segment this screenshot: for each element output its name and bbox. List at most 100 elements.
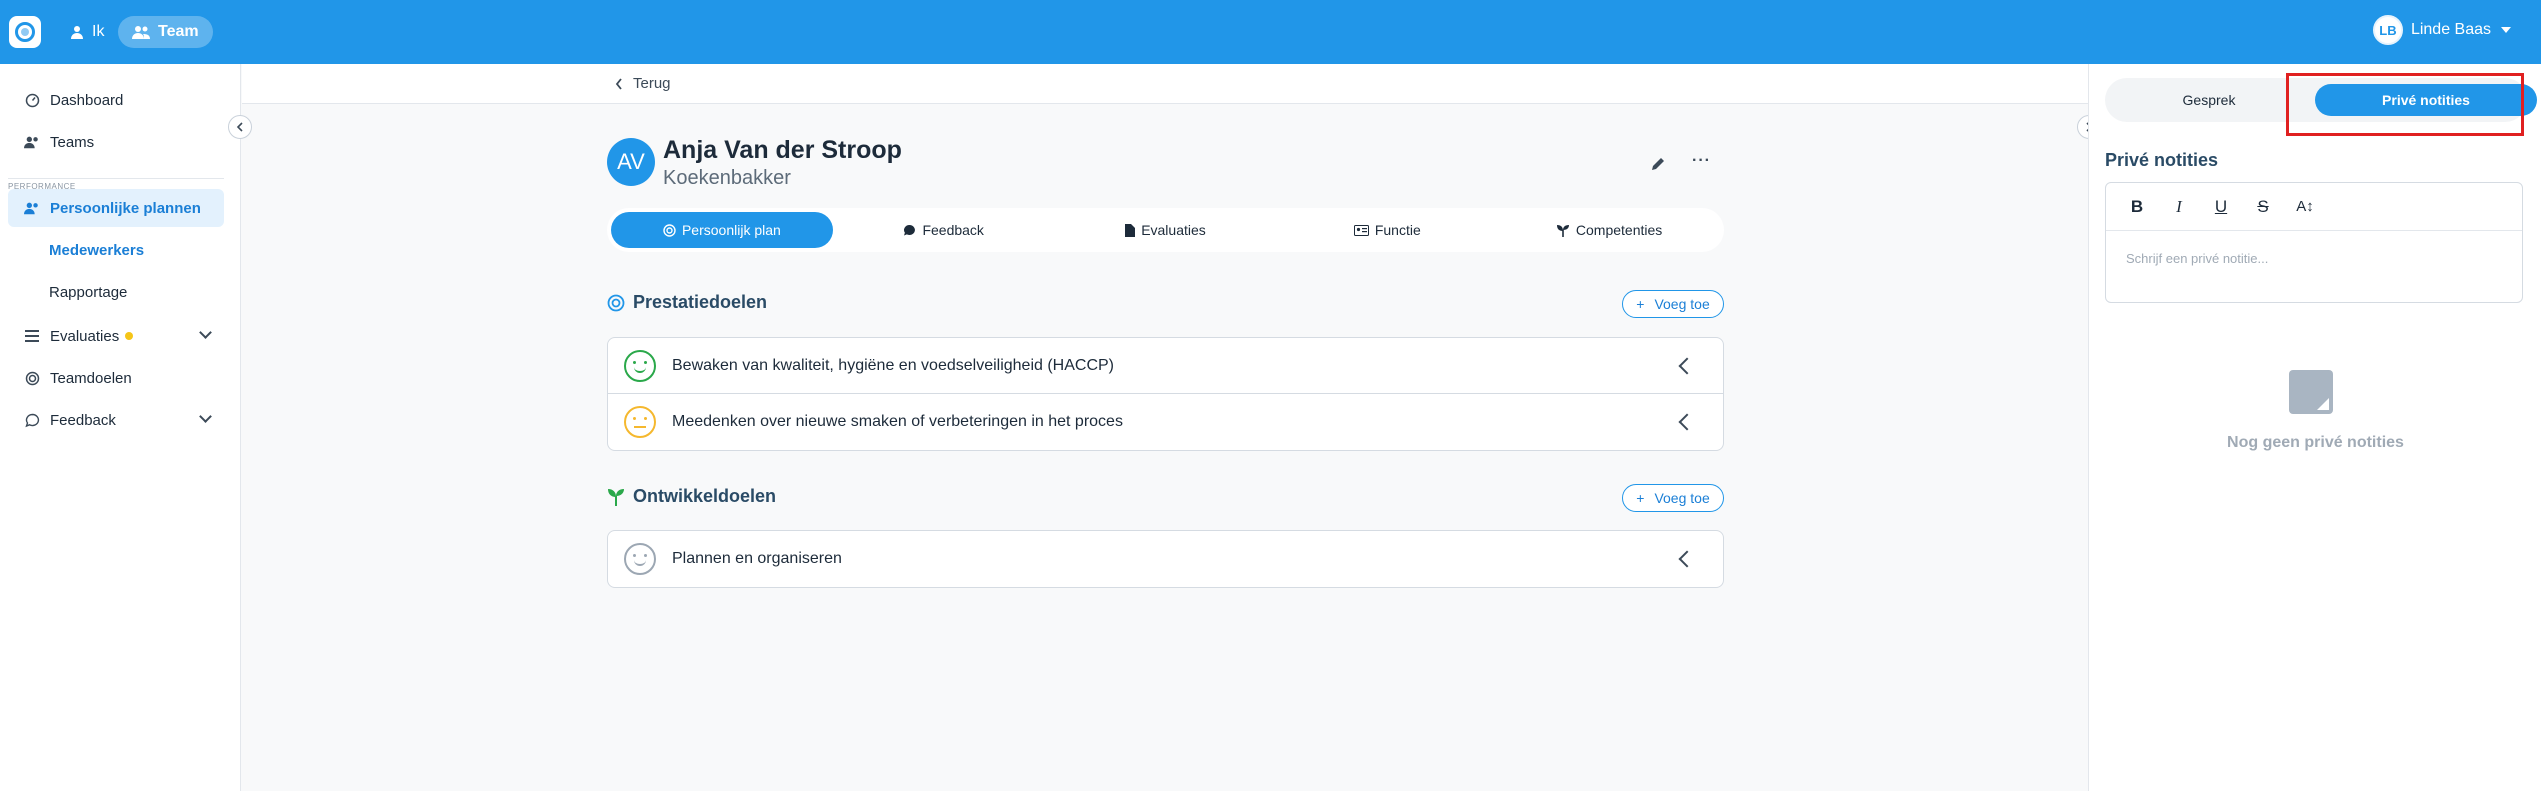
target-icon [607,294,625,311]
nav-me[interactable]: Ik [64,19,110,45]
more-options-icon[interactable]: ··· [1692,152,1711,170]
tab-label: Persoonlijk plan [681,222,781,238]
chat-icon [24,412,40,428]
notification-dot [125,332,134,340]
sidebar-subitem-rapportage[interactable]: Rapportage [49,284,127,301]
dashboard-icon [24,92,40,108]
notes-editor[interactable]: B I U S A↕ Schrijf een privé notitie... [2105,182,2523,303]
sidebar-subitem-medewerkers[interactable]: Medewerkers [49,242,144,259]
back-link[interactable]: Terug [615,75,671,92]
sidebar-item-personal-plans[interactable]: Persoonlijke plannen [8,189,224,227]
target-icon [24,370,40,386]
goal-label: Meedenken over nieuwe smaken of verbeter… [672,413,1123,430]
profile-role: Koekenbakker [663,167,791,189]
editor-placeholder[interactable]: Schrijf een privé notitie... [2126,251,2268,266]
strikethrough-button[interactable]: S [2242,191,2284,223]
chevron-left-icon[interactable] [1678,357,1696,375]
add-label: Voeg toe [1654,296,1710,312]
highlight-box [2286,73,2524,136]
person-icon [71,26,83,39]
user-menu[interactable]: LB Linde Baas [2372,15,2511,45]
back-bar: Terug [242,64,2088,104]
goal-label: Bewaken van kwaliteit, hygiëne en voedse… [672,356,1115,374]
list-item[interactable]: Bewaken van kwaliteit, hygiëne en voedse… [608,338,1723,394]
sticky-note-icon [2289,370,2333,414]
editor-toolbar: B I U S A↕ [2106,183,2522,231]
smiley-outline-icon [624,543,656,575]
development-goals-list: Plannen en organiseren [607,530,1724,588]
sidebar-item-label: Evaluaties [50,327,120,345]
team-icon [132,26,150,39]
italic-button[interactable]: I [2158,191,2200,223]
teams-icon [24,200,40,216]
sidebar-item-label: Teams [50,133,95,151]
document-icon [1125,223,1136,237]
profile-avatar: AV [607,138,655,186]
main-content: Terug AV Anja Van der Stroop Koekenbakke… [242,64,2088,791]
add-development-goal-button[interactable]: + Voeg toe [1622,484,1724,512]
empty-state-text: Nog geen privé notities [2227,434,2404,451]
tab-feedback[interactable]: Feedback [833,212,1055,248]
chevron-left-icon[interactable] [1678,413,1696,431]
text-size-button[interactable]: A↕ [2284,191,2326,223]
tab-label: Feedback [922,222,984,238]
back-label: Terug [633,75,671,92]
sidebar-item-label: Teamdoelen [50,369,132,387]
bold-button[interactable]: B [2116,191,2158,223]
section-title-label: Ontwikkeldoelen [633,486,777,506]
tab-evaluaties[interactable]: Evaluaties [1055,212,1277,248]
chat-icon [904,224,916,235]
performance-goals-list: Bewaken van kwaliteit, hygiëne en voedse… [607,337,1724,451]
underline-button[interactable]: U [2200,191,2242,223]
tab-competenties[interactable]: Competenties [1498,212,1720,248]
sidebar-item-evaluaties[interactable]: Evaluaties [8,317,224,355]
chevron-left-icon [615,77,622,90]
plus-icon: + [1636,296,1645,312]
list-item[interactable]: Meedenken over nieuwe smaken of verbeter… [608,394,1723,450]
goal-label: Plannen en organiseren [672,550,842,567]
top-bar: Ik Team LB Linde Baas [0,0,2541,64]
sidebar-item-teams[interactable]: Teams [8,123,224,161]
chevron-left-icon[interactable] [1678,550,1696,568]
tab-label: Evaluaties [1141,222,1206,238]
tab-label: Competenties [1575,222,1663,238]
list-icon [24,328,40,344]
avatar: LB [2372,15,2403,45]
id-card-icon [1353,224,1369,236]
add-performance-goal-button[interactable]: + Voeg toe [1622,290,1724,318]
tab-conversation[interactable]: Gesprek [2111,84,2307,116]
tab-label: Functie [1374,222,1421,238]
right-panel: Gesprek Privé notities Privé notities B … [2088,64,2541,791]
sidebar-item-label: Dashboard [50,91,124,109]
plus-icon: + [1636,490,1645,506]
add-label: Voeg toe [1654,490,1710,506]
sidebar-item-dashboard[interactable]: Dashboard [8,81,224,119]
private-notes-title: Privé notities [2105,150,2219,170]
development-goals-title: Ontwikkeldoelen [607,486,776,507]
target-icon [663,223,676,237]
section-title-label: Prestatiedoelen [633,292,768,312]
nav-team[interactable]: Team [118,16,213,48]
profile-name: Anja Van der Stroop [663,136,902,164]
list-item[interactable]: Plannen en organiseren [608,531,1723,587]
teams-icon [24,134,40,150]
nav-me-label: Ik [92,23,105,40]
neutral-face-icon [624,406,656,438]
happy-face-icon [624,349,656,382]
chevron-down-icon [199,326,212,339]
sprout-icon [608,488,624,506]
tab-personal-plan[interactable]: Persoonlijk plan [611,212,833,248]
caret-down-icon [2501,27,2511,33]
profile-tabs: Persoonlijk plan Feedback Evaluaties Fun… [607,208,1724,252]
nav-team-label: Team [158,23,199,40]
sidebar-item-teamdoelen[interactable]: Teamdoelen [8,359,224,397]
sidebar: Dashboard Teams PERFORMANCE Persoonlijke… [0,64,241,791]
user-name: Linde Baas [2410,21,2491,38]
sprout-icon [1556,224,1569,237]
edit-icon[interactable] [1650,156,1666,177]
app-logo[interactable] [9,16,41,48]
sidebar-item-label: Feedback [50,411,116,429]
tab-functie[interactable]: Functie [1276,212,1498,248]
performance-goals-title: Prestatiedoelen [607,292,767,313]
sidebar-item-feedback[interactable]: Feedback [8,401,224,439]
